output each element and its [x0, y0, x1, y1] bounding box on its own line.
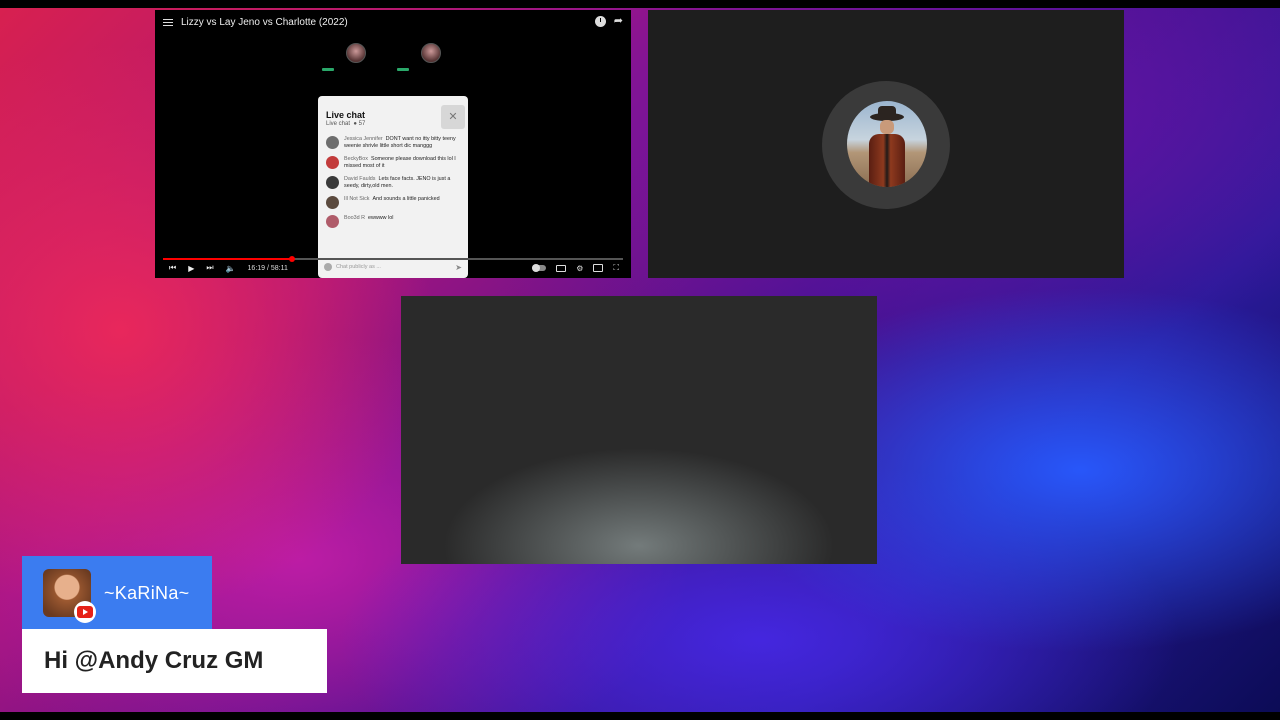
menu-icon[interactable]	[163, 18, 173, 27]
chat-author: Jessica Jennifer	[344, 136, 383, 142]
participant-tile[interactable]	[648, 10, 1124, 278]
chat-author: David Faulds	[344, 176, 376, 182]
chat-message-list: Jessica Jennifer DONT want no itty bitty …	[326, 136, 462, 234]
comment-author-banner: ~KaRiNa~	[22, 556, 212, 629]
send-icon[interactable]: ➤	[455, 263, 462, 272]
video-progress-bar[interactable]	[163, 256, 623, 262]
watch-later-icon[interactable]	[594, 16, 606, 27]
comment-text: Hi @Andy Cruz GM	[44, 647, 264, 674]
chat-avatar	[326, 156, 339, 169]
fullscreen-icon[interactable]: ⛶	[613, 263, 619, 273]
chat-message: Boo3d Rewwww lol	[326, 215, 462, 228]
avatar	[847, 101, 927, 187]
screen-share-tile[interactable]: Lizzy vs Lay Jeno vs Charlotte (2022) ➦ …	[155, 10, 631, 278]
chat-text: And sounds a little panicked	[372, 196, 440, 202]
chat-text: ewwww lol	[367, 215, 394, 221]
letterbox-top	[0, 0, 1280, 8]
chat-message: David Faulds Lets face facts. JENO is jus…	[326, 176, 462, 190]
share-icon[interactable]: ➦	[614, 16, 623, 27]
participant-avatar-ring	[822, 81, 950, 209]
chat-message: Ill Not Sick And sounds a little panicked	[326, 196, 462, 209]
chat-message: BeckyBox Someone please download this lol…	[326, 156, 462, 170]
chat-avatar	[326, 215, 339, 228]
viewers-icon: ●	[353, 121, 357, 127]
chat-input[interactable]: Chat publicly as ... ➤	[324, 260, 462, 274]
play-icon[interactable]: ▶	[188, 264, 194, 273]
cast-icon[interactable]	[593, 264, 604, 272]
volume-icon[interactable]: 🔈	[226, 264, 236, 273]
prev-icon[interactable]: ⏮	[169, 263, 176, 273]
chat-avatar	[326, 136, 339, 149]
autoplay-toggle[interactable]	[532, 264, 547, 272]
live-chat-panel: Live chat Live chat ● 57 ✂ ≡ ✕ Jessica J…	[318, 96, 468, 278]
participant-tag	[322, 68, 334, 71]
chat-author: Ill Not Sick	[344, 196, 370, 202]
video-time: 16:19 / 58:11	[247, 264, 288, 272]
emoji-icon[interactable]	[324, 263, 332, 271]
player-controls-left: ⏮ ▶ ⏭ 🔈 16:19 / 58:11	[169, 263, 288, 273]
live-chat-title: Live chat	[326, 110, 366, 120]
chat-message: Jessica Jennifer DONT want no itty bitty …	[326, 136, 462, 150]
participant-thumb	[421, 43, 441, 63]
video-progress-fill	[163, 258, 292, 260]
participant-thumb	[346, 43, 366, 63]
chat-author: BeckyBox	[344, 156, 368, 162]
player-controls-right: ⚙ ⛶	[532, 263, 619, 273]
captions-icon[interactable]	[556, 264, 567, 272]
close-icon[interactable]: ✕	[441, 105, 465, 129]
viewer-count: 57	[358, 121, 366, 127]
chat-input-placeholder: Chat publicly as ...	[336, 264, 381, 270]
chat-author: Boo3d R	[344, 215, 365, 221]
chat-avatar	[326, 176, 339, 189]
comment-author-name: ~KaRiNa~	[104, 583, 190, 603]
video-title: Lizzy vs Lay Jeno vs Charlotte (2022)	[181, 17, 348, 28]
video-top-actions: ➦	[594, 16, 623, 27]
youtube-icon	[74, 601, 96, 623]
live-chat-subtitle: Live chat ● 57	[326, 121, 366, 127]
video-title-row: Lizzy vs Lay Jeno vs Charlotte (2022)	[163, 17, 348, 28]
next-icon[interactable]: ⏭	[206, 263, 213, 273]
chat-avatar	[326, 196, 339, 209]
letterbox-bottom	[0, 712, 1280, 720]
comment-body-banner: Hi @Andy Cruz GM	[22, 629, 327, 693]
participant-tag	[397, 68, 409, 71]
camera-tile[interactable]	[401, 296, 877, 564]
video-progress-knob[interactable]	[288, 256, 295, 262]
settings-icon[interactable]: ⚙	[576, 264, 583, 273]
